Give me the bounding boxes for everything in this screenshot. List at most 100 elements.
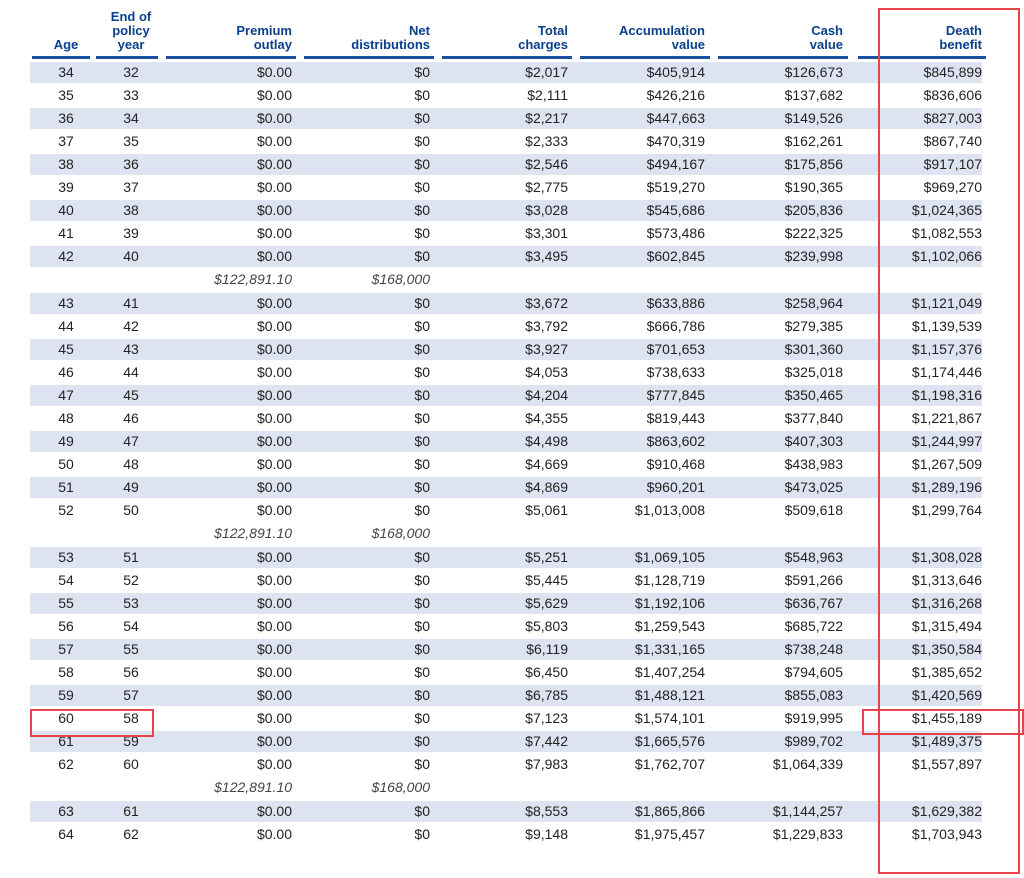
cell-total-charges: $7,123 [525, 710, 568, 726]
cell-cash-value: $855,083 [784, 687, 843, 703]
cell-age: 36 [58, 110, 74, 126]
cell-policy-year: 54 [123, 618, 139, 634]
subtotal-cell-premium-outlay: $122,891.10 [214, 271, 292, 287]
cell-total-charges: $3,301 [525, 225, 568, 241]
table-row: 38 36 $0.00 $0 $2,546 $494,167 $175,856 $917,10… [0, 153, 1024, 176]
cell-net-distributions: $0 [414, 756, 430, 772]
cell-total-charges: $4,869 [525, 479, 568, 495]
cell-accumulation-value: $426,216 [646, 87, 705, 103]
cell-cash-value: $325,018 [784, 364, 843, 380]
table-row: 59 57 $0.00 $0 $6,785 $1,488,121 $855,083 $1,42… [0, 684, 1024, 707]
cell-age: 51 [58, 479, 74, 495]
cell-death-benefit: $836,606 [923, 87, 982, 103]
cell-net-distributions: $0 [414, 202, 430, 218]
cell-premium-outlay: $0.00 [256, 133, 292, 149]
cell-net-distributions: $0 [414, 733, 430, 749]
cell-death-benefit: $1,174,446 [911, 364, 982, 380]
cell-accumulation-value: $405,914 [646, 64, 705, 80]
cell-accumulation-value: $1,665,576 [634, 733, 705, 749]
cell-policy-year: 52 [123, 572, 139, 588]
cell-policy-year: 59 [123, 733, 139, 749]
cell-net-distributions: $0 [414, 87, 430, 103]
cell-cash-value: $162,261 [784, 133, 843, 149]
cell-policy-year: 34 [123, 110, 139, 126]
cell-death-benefit: $1,299,764 [911, 502, 982, 518]
cell-age: 49 [58, 433, 74, 449]
cell-death-benefit: $1,316,268 [911, 595, 982, 611]
header-rule [32, 56, 90, 59]
cell-premium-outlay: $0.00 [256, 202, 292, 218]
cell-net-distributions: $0 [414, 595, 430, 611]
subtotal-row: $122,891.10 $168,000 [0, 776, 1024, 800]
cell-death-benefit: $1,139,539 [911, 318, 982, 334]
cell-net-distributions: $0 [414, 410, 430, 426]
cell-death-benefit: $1,289,196 [911, 479, 982, 495]
cell-total-charges: $4,669 [525, 456, 568, 472]
cell-accumulation-value: $666,786 [646, 318, 705, 334]
cell-total-charges: $2,217 [525, 110, 568, 126]
cell-total-charges: $4,053 [525, 364, 568, 380]
cell-net-distributions: $0 [414, 387, 430, 403]
cell-death-benefit: $827,003 [923, 110, 982, 126]
cell-policy-year: 55 [123, 641, 139, 657]
table-row: 46 44 $0.00 $0 $4,053 $738,633 $325,018 $1,174,… [0, 361, 1024, 384]
cell-age: 53 [58, 549, 74, 565]
cell-premium-outlay: $0.00 [256, 364, 292, 380]
cell-premium-outlay: $0.00 [256, 318, 292, 334]
cell-policy-year: 46 [123, 410, 139, 426]
table-row: 51 49 $0.00 $0 $4,869 $960,201 $473,025 $1,289,… [0, 476, 1024, 499]
cell-premium-outlay: $0.00 [256, 479, 292, 495]
cell-policy-year: 60 [123, 756, 139, 772]
subtotal-cell-net-distributions: $168,000 [371, 779, 430, 795]
table-row: 42 40 $0.00 $0 $3,495 $602,845 $239,998 $1,102,… [0, 245, 1024, 268]
cell-age: 57 [58, 641, 74, 657]
cell-net-distributions: $0 [414, 710, 430, 726]
cell-net-distributions: $0 [414, 641, 430, 657]
table-row: 47 45 $0.00 $0 $4,204 $777,845 $350,465 $1,198,… [0, 384, 1024, 407]
header-accumulation-value: Accumulation value [619, 23, 705, 52]
cell-age: 62 [58, 756, 74, 772]
cell-policy-year: 50 [123, 502, 139, 518]
cell-cash-value: $794,605 [784, 664, 843, 680]
header-rule [96, 56, 158, 59]
cell-cash-value: $279,385 [784, 318, 843, 334]
subtotal-cell-premium-outlay: $122,891.10 [214, 525, 292, 541]
cell-premium-outlay: $0.00 [256, 64, 292, 80]
subtotal-cell-net-distributions: $168,000 [371, 271, 430, 287]
cell-accumulation-value: $470,319 [646, 133, 705, 149]
cell-policy-year: 47 [123, 433, 139, 449]
cell-premium-outlay: $0.00 [256, 179, 292, 195]
cell-cash-value: $1,064,339 [772, 756, 843, 772]
cell-age: 42 [58, 248, 74, 264]
cell-death-benefit: $1,121,049 [911, 295, 982, 311]
cell-death-benefit: $1,350,584 [911, 641, 982, 657]
cell-cash-value: $738,248 [784, 641, 843, 657]
header-total-charges: Total charges [518, 23, 568, 52]
subtotal-cell-premium-outlay: $122,891.10 [214, 779, 292, 795]
cell-policy-year: 62 [123, 826, 139, 842]
table-row: 35 33 $0.00 $0 $2,111 $426,216 $137,682 $836,60… [0, 84, 1024, 107]
header-cash-value: Cash value [809, 23, 843, 52]
cell-total-charges: $4,498 [525, 433, 568, 449]
cell-policy-year: 56 [123, 664, 139, 680]
cell-age: 39 [58, 179, 74, 195]
cell-premium-outlay: $0.00 [256, 225, 292, 241]
subtotal-row: $122,891.10 $168,000 [0, 268, 1024, 292]
cell-premium-outlay: $0.00 [256, 341, 292, 357]
header-rule [858, 56, 986, 59]
cell-net-distributions: $0 [414, 433, 430, 449]
cell-premium-outlay: $0.00 [256, 502, 292, 518]
cell-policy-year: 44 [123, 364, 139, 380]
cell-premium-outlay: $0.00 [256, 618, 292, 634]
cell-policy-year: 36 [123, 156, 139, 172]
cell-death-benefit: $1,244,997 [911, 433, 982, 449]
cell-premium-outlay: $0.00 [256, 387, 292, 403]
cell-net-distributions: $0 [414, 456, 430, 472]
cell-total-charges: $5,803 [525, 618, 568, 634]
header-policy-year: End of policy year [110, 9, 152, 52]
cell-total-charges: $2,017 [525, 64, 568, 80]
table-row: 62 60 $0.00 $0 $7,983 $1,762,707 $1,064,339 $1,… [0, 753, 1024, 776]
cell-accumulation-value: $910,468 [646, 456, 705, 472]
cell-accumulation-value: $1,975,457 [634, 826, 705, 842]
cell-age: 38 [58, 156, 74, 172]
